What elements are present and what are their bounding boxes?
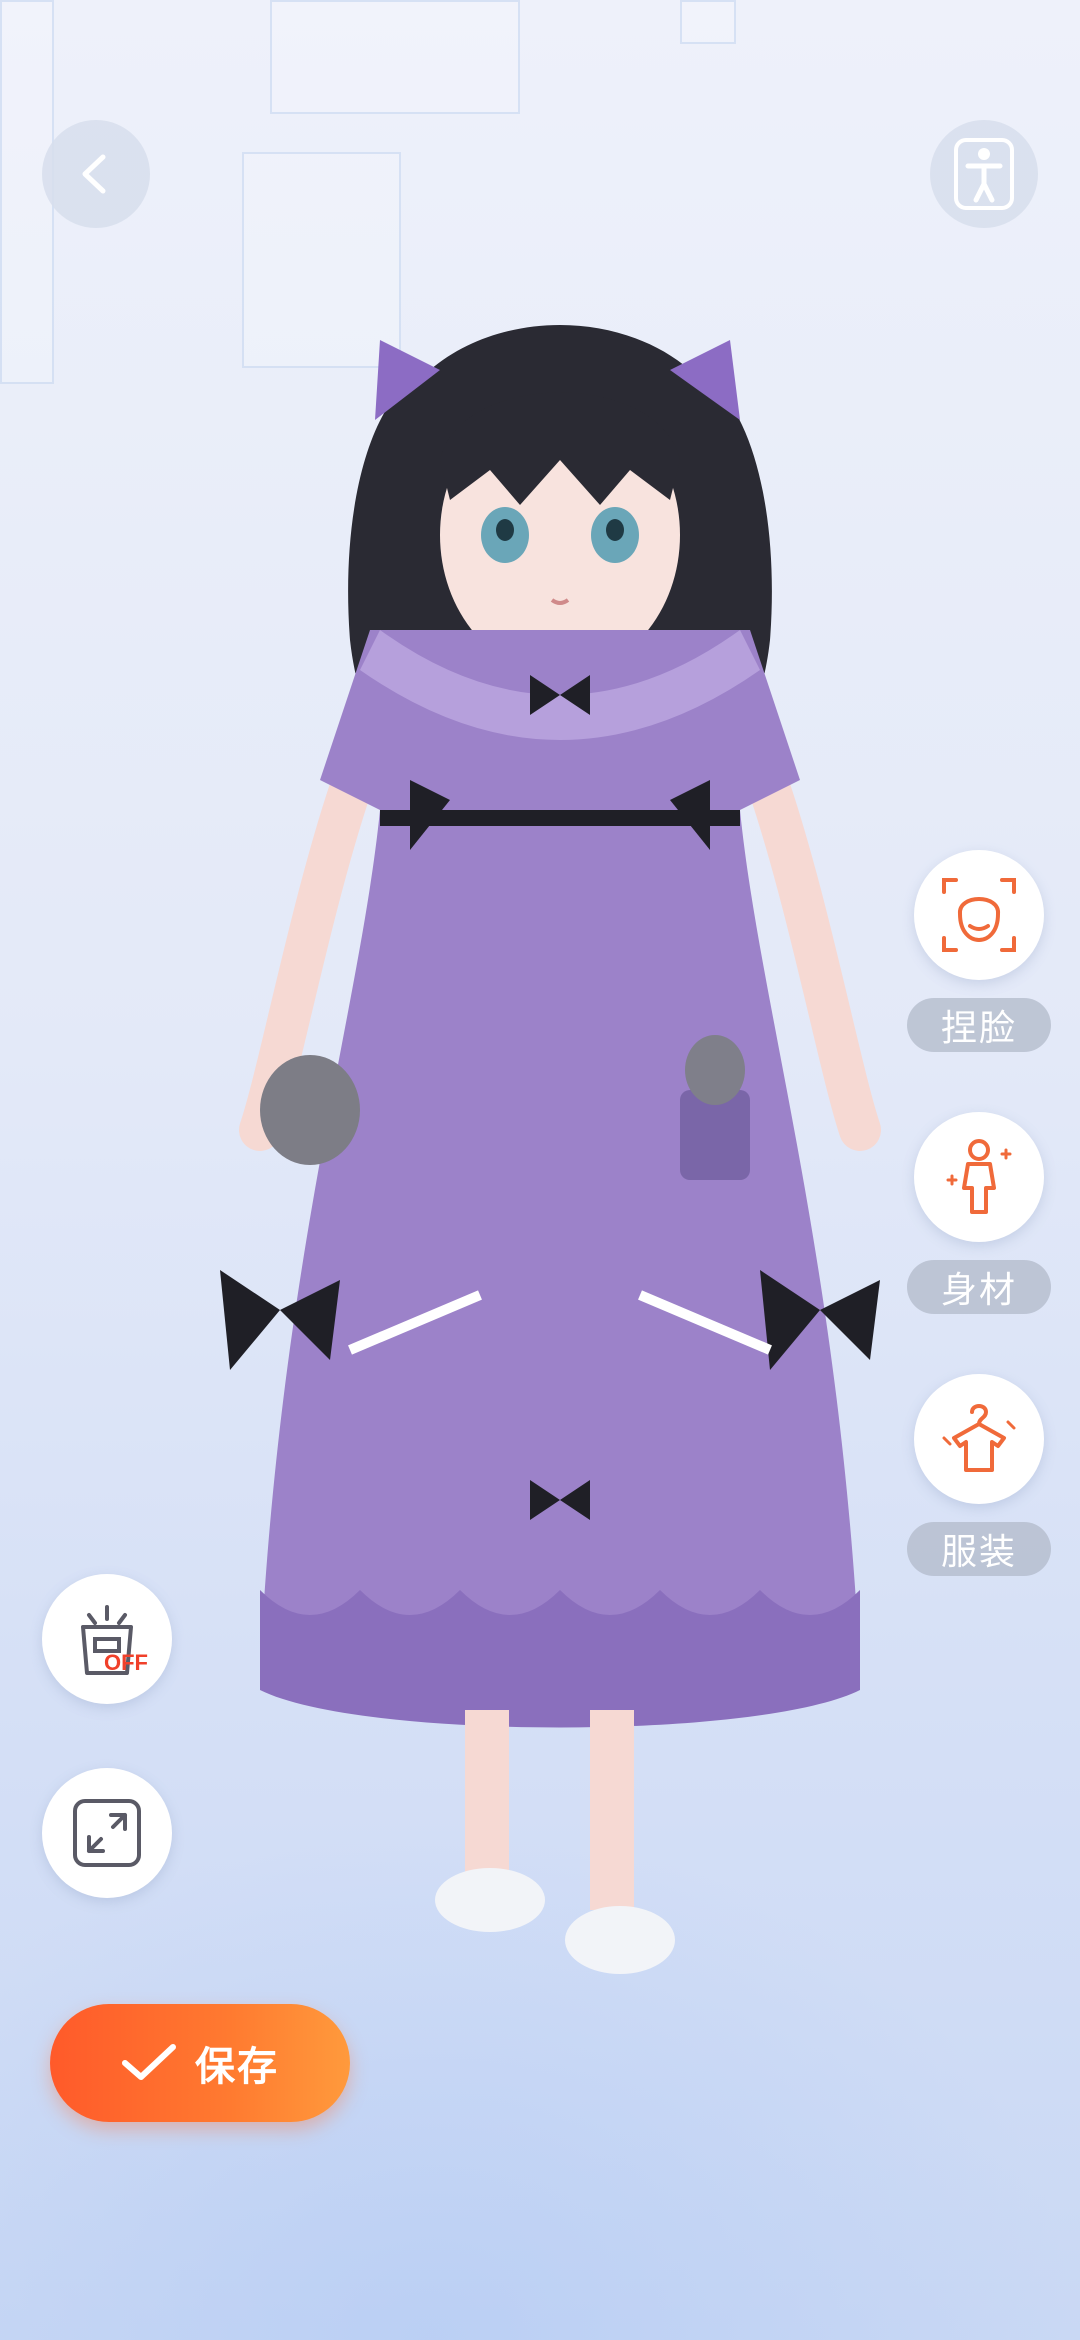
stage-light-state: OFF <box>104 1650 148 1675</box>
expand-view-button[interactable] <box>42 1768 172 1898</box>
stage-light-toggle[interactable]: OFF <box>42 1574 172 1704</box>
save-button[interactable]: 保存 <box>50 2004 350 2122</box>
chevron-left-icon <box>82 154 106 194</box>
background-panel <box>680 0 736 44</box>
outfit-label: 服装 <box>907 1522 1051 1576</box>
avatar-character[interactable] <box>200 310 920 1990</box>
hanger-icon <box>942 1404 1016 1472</box>
expand-icon <box>73 1799 141 1867</box>
body-shape-label: 身材 <box>907 1260 1051 1314</box>
outfit-button[interactable] <box>914 1374 1044 1504</box>
face-edit-button[interactable] <box>914 850 1044 980</box>
standing-figure-icon <box>954 138 1014 210</box>
pose-button[interactable] <box>930 120 1038 228</box>
face-edit-label: 捏脸 <box>907 998 1051 1052</box>
body-icon <box>946 1139 1012 1214</box>
background-panel <box>270 0 520 114</box>
face-icon <box>942 878 1016 952</box>
check-icon <box>122 2044 176 2080</box>
body-shape-button[interactable] <box>914 1112 1044 1242</box>
back-button[interactable] <box>42 120 150 228</box>
save-button-label: 保存 <box>195 2044 279 2090</box>
